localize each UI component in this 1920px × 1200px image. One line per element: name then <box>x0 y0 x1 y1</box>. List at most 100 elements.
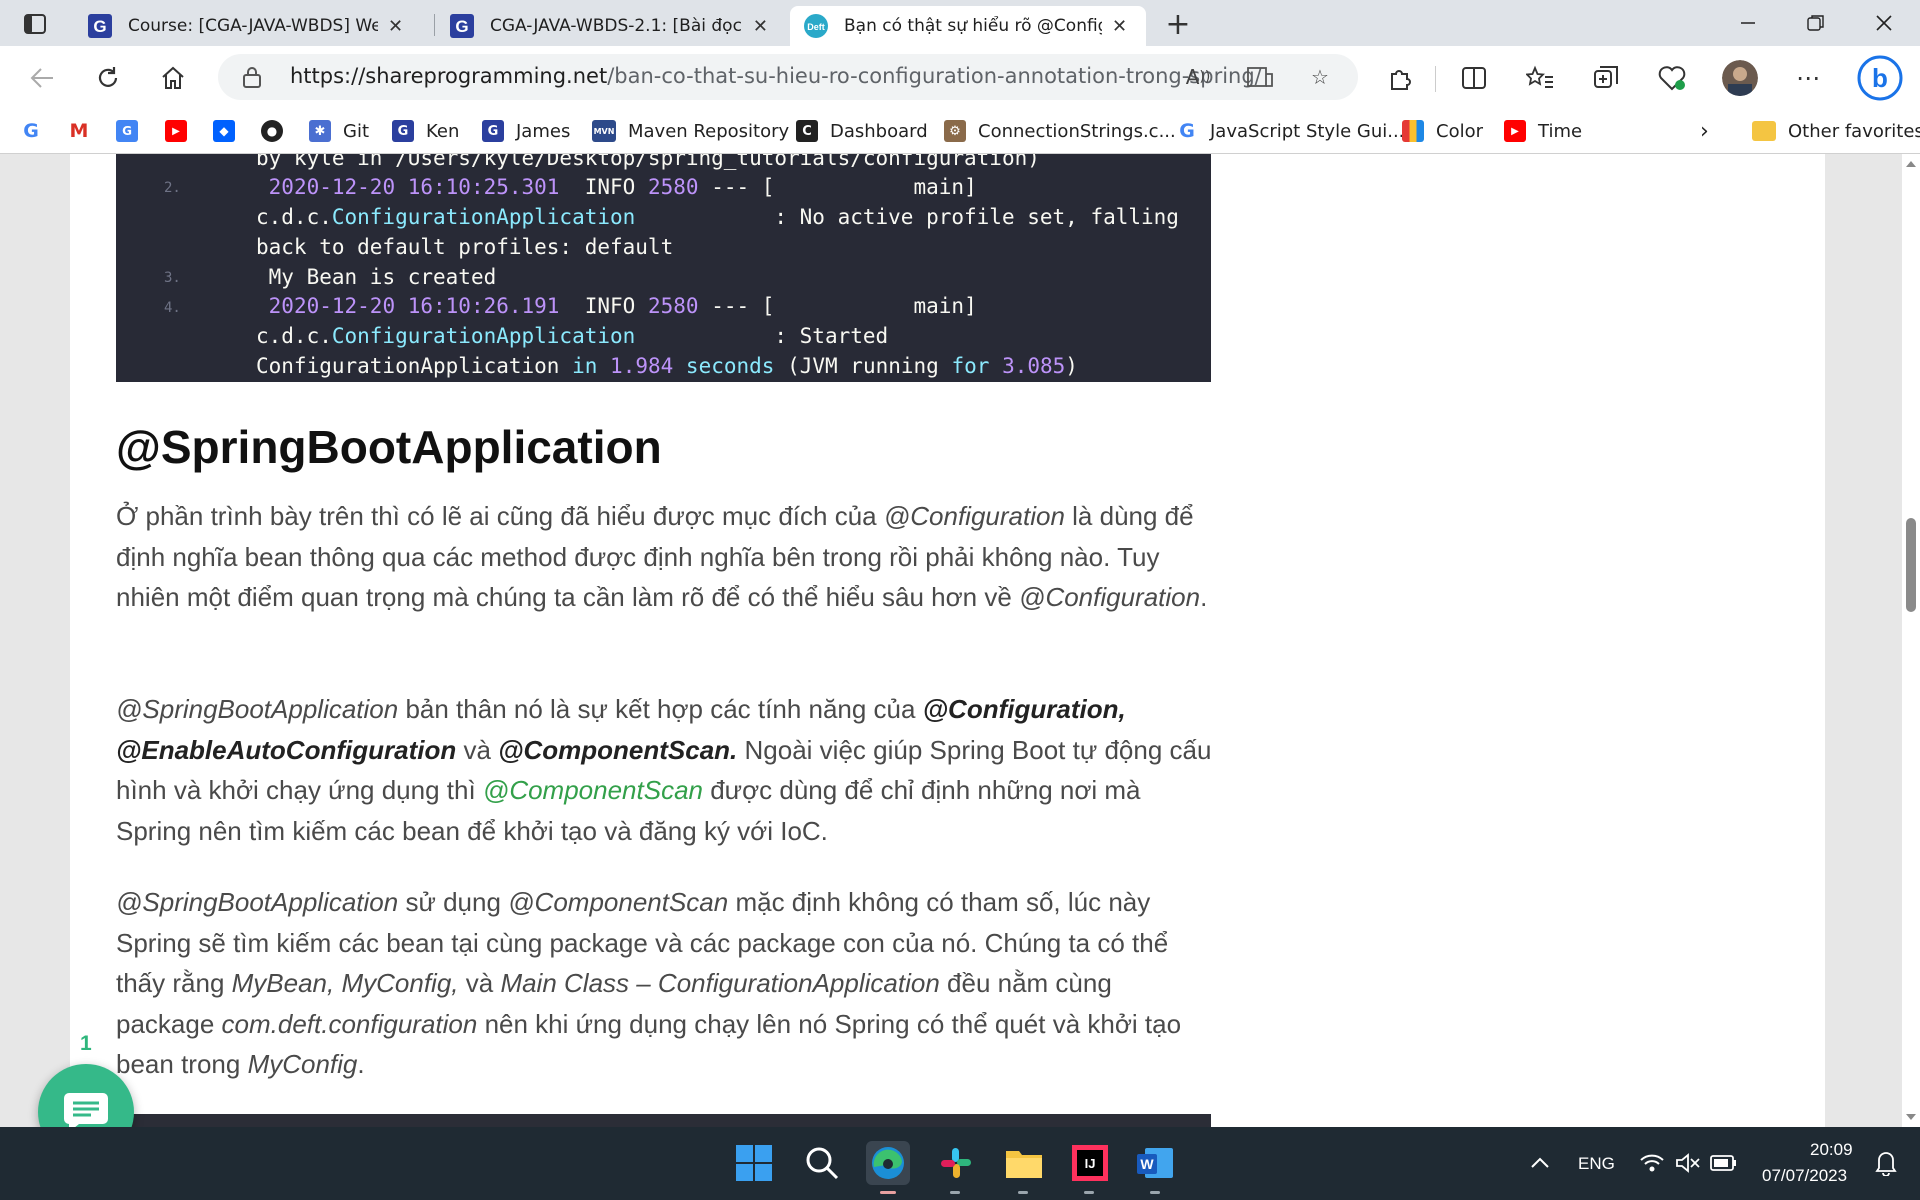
bookmark-label: Git <box>343 120 370 142</box>
code-line-2: 2020-12-20 16:10:25.301 INFO 2580 --- [ … <box>268 175 977 199</box>
clock-date[interactable]: 07/07/2023 <box>1762 1166 1847 1186</box>
back-button[interactable] <box>24 60 60 96</box>
browser-essentials-icon[interactable] <box>1654 60 1690 96</box>
bookmark-youtube[interactable]: ▶ <box>165 117 199 145</box>
componentscan-link[interactable]: @ComponentScan <box>483 775 703 805</box>
bookmark-google[interactable]: G <box>20 117 54 145</box>
favorite-star-icon[interactable]: ☆ <box>1304 62 1336 92</box>
toolbar-divider <box>1435 66 1436 92</box>
tab-close-icon[interactable]: ✕ <box>1112 16 1127 37</box>
bookmark-gmail[interactable]: M <box>68 117 102 145</box>
read-aloud-icon[interactable]: A)) <box>1182 62 1214 92</box>
start-button[interactable] <box>732 1141 776 1185</box>
word-icon: W <box>1137 1148 1173 1178</box>
tab-close-icon[interactable]: ✕ <box>753 16 768 37</box>
bookmark-label: Maven Repository <box>628 120 790 142</box>
more-options-icon[interactable]: ⋯ <box>1790 60 1826 96</box>
taskbar-edge[interactable] <box>866 1141 910 1194</box>
bookmarks-overflow-chevron-icon[interactable]: › <box>1700 117 1709 145</box>
split-screen-icon[interactable] <box>1456 60 1492 96</box>
scroll-down-icon[interactable] <box>1905 1113 1917 1123</box>
g-favicon-icon: G <box>450 14 474 38</box>
code-line-4b: c.d.c.ConfigurationApplication : Started <box>256 324 889 348</box>
paragraph-2: @SpringBootApplication bản thân nó là sự… <box>116 694 1212 846</box>
bookmark-maven[interactable]: MVN Maven Repository <box>592 117 789 145</box>
edge-icon <box>872 1147 904 1179</box>
restore-button[interactable] <box>1782 0 1850 46</box>
c-icon: C <box>796 120 818 142</box>
youtube-icon: ▶ <box>165 120 187 142</box>
bookmark-dashboard[interactable]: C Dashboard <box>796 117 928 145</box>
code-line-2c: back to default profiles: default <box>256 235 674 259</box>
page-viewport: by kyle in /Users/kyle/Desktop/spring_tu… <box>0 154 1920 1127</box>
lock-icon[interactable] <box>242 66 262 92</box>
code-line-3: My Bean is created <box>268 265 497 289</box>
input-language[interactable]: ENG <box>1578 1154 1615 1174</box>
next-code-block <box>116 1114 1211 1127</box>
browser-toolbar: https://shareprogramming.net/ban-co-that… <box>0 46 1920 108</box>
connstr-icon: ⚙ <box>944 120 966 142</box>
tab-reading[interactable]: G CGA-JAVA-WBDS-2.1: [Bài đọc] N ✕ <box>436 6 782 46</box>
collections-icon[interactable] <box>1588 60 1624 96</box>
search-button[interactable] <box>800 1141 844 1185</box>
chat-bubble-icon <box>64 1093 108 1127</box>
tab-title: CGA-JAVA-WBDS-2.1: [Bài đọc] N <box>490 16 743 36</box>
line-number: 4. <box>164 300 181 316</box>
tray-overflow-chevron-icon[interactable] <box>1518 1141 1562 1185</box>
battery-icon[interactable] <box>1702 1141 1746 1185</box>
bookmark-ken[interactable]: G Ken <box>392 117 459 145</box>
new-tab-button[interactable]: + <box>1160 6 1196 42</box>
svg-text:G: G <box>455 17 468 36</box>
bookmark-translate[interactable]: G <box>116 117 150 145</box>
immersive-reader-icon[interactable] <box>1244 62 1276 92</box>
section-heading: @SpringBootApplication <box>116 421 662 473</box>
bookmark-js-style-guide[interactable]: G JavaScript Style Gui... <box>1176 117 1404 145</box>
g-favicon-icon: G <box>88 14 112 38</box>
tab-active-article[interactable]: Deft Bạn có thật sự hiểu rõ @Configu ✕ <box>790 6 1146 46</box>
extensions-icon[interactable] <box>1382 60 1418 96</box>
bookmark-dropbox[interactable]: ◆ <box>213 117 247 145</box>
bookmark-git[interactable]: ✱ Git <box>309 117 369 145</box>
code-line-4c: ConfigurationApplication in 1.984 second… <box>256 354 1078 378</box>
bookmark-github[interactable]: ● <box>261 117 295 145</box>
github-icon: ● <box>261 120 283 142</box>
tab-strip: G Course: [CGA-JAVA-WBDS] Web I ✕ G CGA-… <box>0 0 1920 46</box>
bookmark-label: ConnectionStrings.c... <box>978 120 1176 142</box>
favorites-bar: G M G ▶ ◆ ● ✱ Git G Ken G James MVN Maven Re… <box>0 108 1920 154</box>
scrollbar-thumb[interactable] <box>1906 518 1916 612</box>
address-bar[interactable]: https://shareprogramming.net/ban-co-that… <box>218 54 1358 100</box>
taskbar-intellij[interactable]: IJ <box>1068 1141 1112 1194</box>
windows-logo-icon <box>736 1145 772 1181</box>
google-icon: G <box>23 120 39 142</box>
other-favorites-folder[interactable]: Other favorites <box>1752 117 1920 145</box>
google-icon: G <box>1179 120 1195 142</box>
svg-text:b: b <box>1872 63 1888 93</box>
minimize-button[interactable] <box>1714 0 1782 46</box>
home-button[interactable] <box>155 60 191 96</box>
bing-chat-icon[interactable]: b <box>1856 54 1904 102</box>
notification-center-icon[interactable] <box>1864 1141 1908 1185</box>
svg-text:G: G <box>93 17 106 36</box>
taskbar-word[interactable]: W <box>1134 1141 1178 1194</box>
bookmark-time[interactable]: ▶ Time <box>1504 117 1582 145</box>
refresh-button[interactable] <box>90 60 126 96</box>
url-text[interactable]: https://shareprogramming.net/ban-co-that… <box>290 64 1262 88</box>
running-indicator <box>1150 1191 1160 1194</box>
bookmark-connectionstrings[interactable]: ⚙ ConnectionStrings.c... <box>944 117 1176 145</box>
bookmark-james[interactable]: G James <box>482 117 570 145</box>
tab-course[interactable]: G Course: [CGA-JAVA-WBDS] Web I ✕ <box>74 6 424 46</box>
tab-close-icon[interactable]: ✕ <box>388 16 403 37</box>
windows-taskbar: IJ W ENG 20:09 07/07/2023 <box>0 1127 1920 1200</box>
taskbar-slack[interactable] <box>934 1141 978 1194</box>
tab-separator <box>434 14 435 36</box>
intellij-icon: IJ <box>1072 1145 1108 1181</box>
taskbar-file-explorer[interactable] <box>1002 1141 1046 1194</box>
scroll-up-icon[interactable] <box>1905 158 1917 168</box>
bookmark-color[interactable]: Color <box>1402 117 1483 145</box>
tab-actions-icon[interactable] <box>18 10 52 38</box>
favorites-icon[interactable] <box>1522 60 1558 96</box>
clock-time[interactable]: 20:09 <box>1810 1140 1853 1160</box>
page-scrollbar[interactable] <box>1902 154 1920 1127</box>
close-window-button[interactable] <box>1850 0 1918 46</box>
profile-avatar[interactable] <box>1722 60 1758 96</box>
